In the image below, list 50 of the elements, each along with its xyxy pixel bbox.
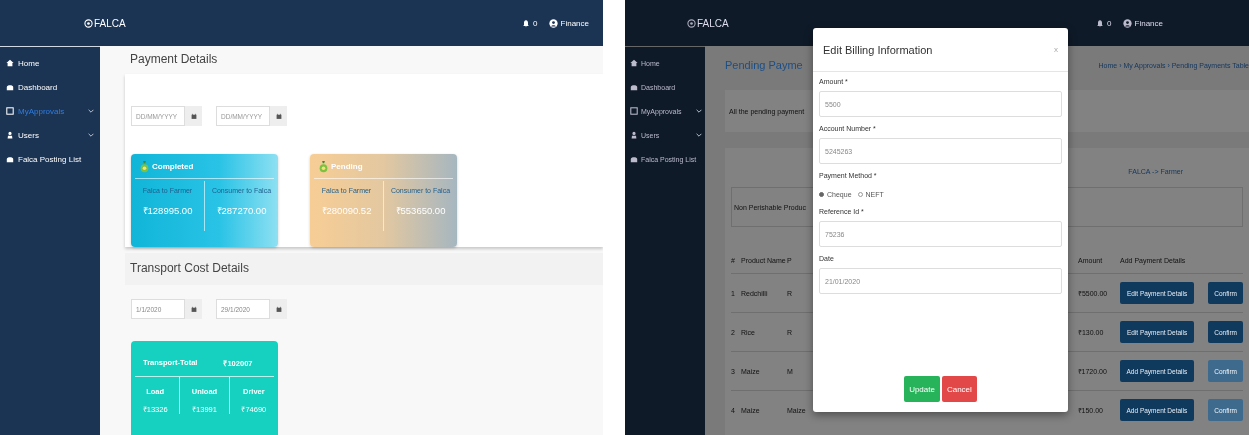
chevron-icon (88, 109, 94, 113)
sidebar-item[interactable]: Falca Posting List (0, 147, 100, 171)
menu-item-icon (630, 59, 638, 67)
logo-text: FALCA (697, 17, 729, 29)
radio-button[interactable] (819, 192, 824, 197)
menu-item-icon (6, 83, 14, 91)
notification-count: 0 (1107, 18, 1112, 28)
menu-item-icon (6, 131, 14, 139)
notification-count: 0 (533, 18, 538, 28)
calendar-icon (190, 305, 197, 313)
menu-item-icon (6, 155, 14, 163)
menu-item-icon (630, 107, 638, 115)
menu-item-icon (630, 155, 638, 163)
card-amount: ₹128995.00 (142, 204, 193, 217)
bell-icon[interactable] (522, 18, 531, 28)
calendar-button[interactable] (185, 106, 202, 126)
calendar-icon (275, 112, 282, 120)
cancel-button[interactable]: Cancel (941, 376, 977, 402)
section-title: Transport Cost Details (125, 253, 603, 285)
calendar-icon (275, 305, 282, 313)
calendar-button[interactable] (270, 106, 287, 126)
chevron-icon (88, 133, 94, 137)
user-icon[interactable] (548, 18, 558, 28)
card-amount: ₹553650.00 (395, 204, 446, 217)
menu-item-icon (6, 59, 14, 67)
card-title: Completed (152, 162, 194, 171)
page-title: Pending Payme (725, 59, 803, 71)
section-title: Payment Details (129, 51, 219, 68)
sidebar-item[interactable]: Home (0, 51, 100, 75)
user-name[interactable]: Finance (1134, 18, 1163, 28)
bell-icon[interactable] (1096, 18, 1105, 28)
menu-item-icon (630, 83, 638, 91)
card-title: Pending (331, 162, 363, 171)
menu-item-icon (630, 131, 638, 139)
logo-icon (687, 18, 696, 28)
menu-item-icon (6, 107, 14, 115)
chevron-icon (696, 109, 702, 113)
chevron-icon (696, 133, 702, 137)
user-name[interactable]: Finance (560, 18, 589, 28)
card-amount: ₹280090.52 (321, 204, 372, 217)
logo-icon (84, 18, 93, 28)
calendar-button[interactable] (270, 299, 287, 319)
dialog-title: Edit Billing Information (823, 43, 933, 56)
calendar-button[interactable] (185, 299, 202, 319)
user-icon[interactable] (1122, 18, 1132, 28)
calendar-icon (190, 112, 197, 120)
sidebar-item[interactable]: Users (0, 123, 100, 147)
sidebar-item[interactable]: Dashboard (0, 75, 100, 99)
card-amount: ₹287270.00 (216, 204, 267, 217)
logo-text: FALCA (94, 17, 126, 29)
